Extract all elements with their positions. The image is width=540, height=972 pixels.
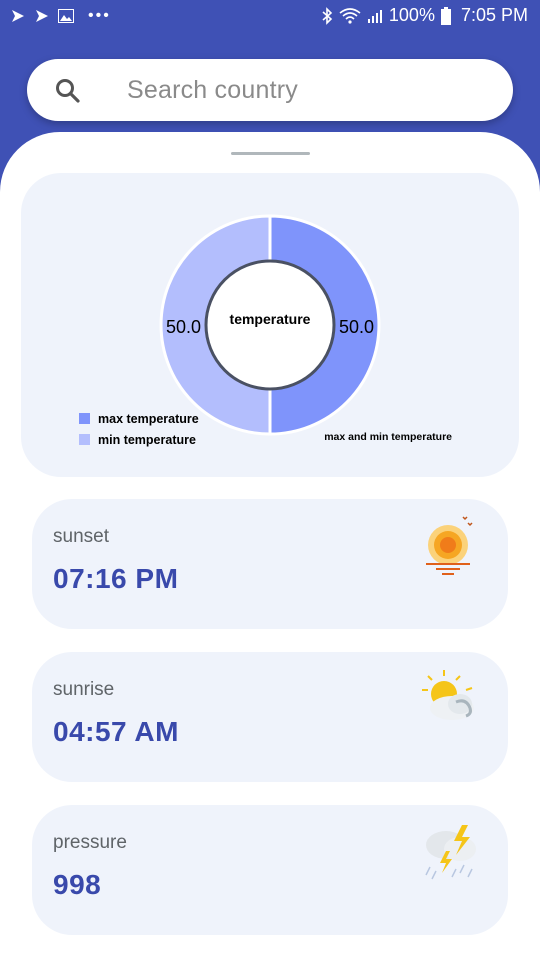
sunset-icon: [426, 516, 473, 575]
battery-percentage: 100%: [388, 5, 435, 25]
wifi-icon: [339, 7, 361, 24]
system-icons: 100% 7:05 PM: [321, 5, 528, 26]
status-bar: ••• 100% 7:05 PM: [0, 0, 540, 34]
card-value: 04:57 AM: [53, 716, 179, 747]
data-label: 50.0: [166, 317, 201, 337]
sunset-card[interactable]: sunset 07:16 PM: [32, 499, 508, 629]
chart-title: temperature: [230, 311, 311, 327]
app-notification-icon: [36, 10, 48, 22]
legend-label: max temperature: [98, 411, 199, 426]
pressure-card[interactable]: pressure 998: [32, 805, 508, 935]
card-value: 07:16 PM: [53, 563, 179, 594]
card-label: sunrise: [53, 679, 115, 700]
chart-legend: max temperature min temperature: [79, 408, 199, 450]
drag-handle[interactable]: [231, 152, 310, 155]
legend-item: max temperature: [79, 408, 199, 429]
search-input[interactable]: Search country: [127, 76, 298, 105]
sun-cloud-icon: [422, 670, 474, 720]
battery-icon: [440, 6, 451, 25]
bluetooth-icon: [322, 6, 333, 25]
search-icon[interactable]: [55, 78, 81, 104]
app-notification-icon: [12, 10, 24, 22]
image-notification-icon: [58, 9, 74, 23]
card-value: 998: [53, 869, 102, 900]
legend-label: min temperature: [98, 432, 196, 447]
sunrise-card[interactable]: sunrise 04:57 AM: [32, 652, 508, 782]
search-bar[interactable]: Search country: [27, 59, 513, 121]
more-notifications-icon: •••: [88, 7, 111, 24]
temperature-chart-card: temperature 50.0 50.0 max temperature min …: [21, 173, 519, 477]
legend-item: min temperature: [79, 429, 199, 450]
legend-swatch-min: [79, 434, 90, 445]
card-label: pressure: [53, 832, 127, 853]
bottom-sheet: temperature 50.0 50.0 max temperature min …: [0, 132, 540, 972]
signal-icon: [367, 9, 382, 23]
notification-icons: •••: [10, 7, 111, 25]
thunderstorm-icon: [425, 825, 476, 880]
chart-description: max and min temperature: [324, 431, 452, 443]
legend-swatch-max: [79, 413, 90, 424]
clock: 7:05 PM: [460, 5, 528, 25]
data-label: 50.0: [339, 317, 374, 337]
card-label: sunset: [53, 526, 109, 547]
